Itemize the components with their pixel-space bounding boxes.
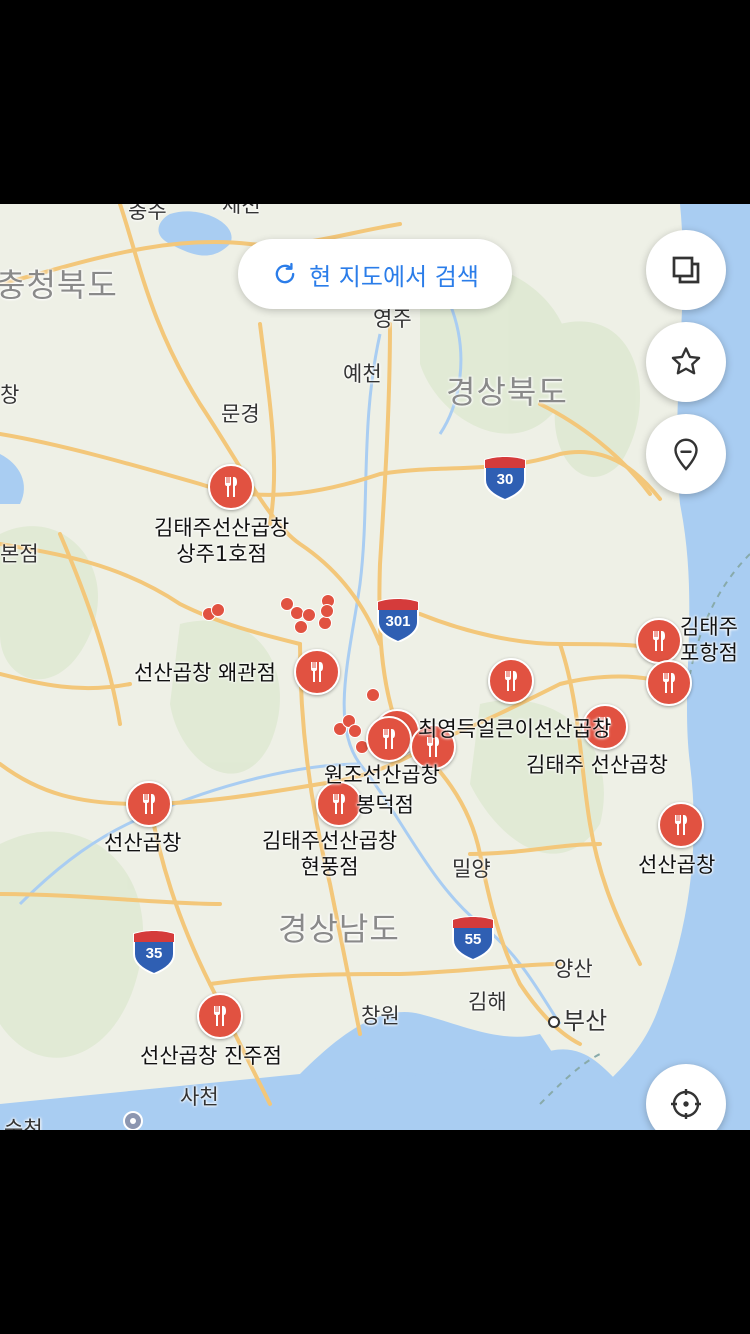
region-label-chungbuk: 충청북도 — [0, 266, 118, 304]
restaurant-label-pohang[interactable]: 김태주 포항점 — [680, 614, 738, 666]
restaurant-name: 김태주선산곱창 — [262, 829, 398, 853]
pin-icon — [674, 438, 698, 471]
highway-shield-55: 55 — [450, 916, 496, 962]
restaurant-dot[interactable] — [320, 604, 334, 618]
layers-button[interactable] — [646, 230, 726, 310]
restaurant-label-waegwan[interactable]: 선산곱창 왜관점 — [134, 660, 276, 686]
highway-number: 35 — [145, 945, 163, 962]
location-pin-button[interactable] — [646, 414, 726, 494]
city-label-chungju: 충주 — [128, 204, 167, 223]
fork-knife-icon — [675, 815, 687, 835]
city-label-miryang: 밀양 — [452, 857, 491, 881]
city-label-edge-left-1: 창 — [0, 383, 20, 407]
restaurant-label-seonsan-west[interactable]: 선산곱창 — [104, 830, 181, 856]
fork-knife-icon — [333, 794, 345, 814]
map-view[interactable]: 충청북도 경상북도 경상남도 충주 제천 영주 예천 문경 밀양 양산 김해 부… — [0, 204, 750, 1130]
fork-knife-icon — [653, 631, 665, 651]
fork-knife-icon — [505, 671, 517, 691]
city-label-sacheon: 사천 — [180, 1085, 219, 1109]
busan-point-icon — [548, 1016, 560, 1028]
fork-knife-icon — [225, 477, 237, 497]
highway-shield-301: 301 — [375, 598, 421, 644]
map-base — [0, 204, 750, 1130]
restaurant-marker[interactable] — [126, 781, 172, 827]
restaurant-label-choiyeongdeuk[interactable]: 최영득얼큰이선산곱창 — [418, 716, 611, 742]
city-label-edge-left-2: 본점 — [0, 542, 39, 566]
restaurant-name: 김태주 — [680, 615, 738, 639]
search-this-area-label: 현 지도에서 검색 — [309, 262, 479, 291]
restaurant-label-sangju[interactable]: 김태주선산곱창 상주1호점 — [154, 515, 289, 567]
city-label-gimhae: 김해 — [468, 990, 507, 1014]
highway-number: 30 — [496, 471, 514, 488]
refresh-icon — [275, 262, 295, 284]
restaurant-label-bongdeok[interactable]: 봉덕점 — [356, 792, 414, 818]
restaurant-marker[interactable] — [208, 464, 254, 510]
highway-number: 301 — [385, 613, 411, 630]
restaurant-branch: 포항점 — [680, 641, 738, 665]
place-pin-icon — [123, 1111, 143, 1130]
restaurant-marker[interactable] — [294, 649, 340, 695]
restaurant-dot[interactable] — [366, 688, 380, 702]
restaurant-marker[interactable] — [488, 658, 534, 704]
city-label-yecheon: 예천 — [343, 362, 382, 386]
restaurant-dot[interactable] — [294, 620, 308, 634]
highway-shield-35: 35 — [131, 930, 177, 976]
star-icon — [671, 347, 701, 375]
restaurant-dot[interactable] — [211, 603, 225, 617]
favorites-button[interactable] — [646, 322, 726, 402]
restaurant-marker[interactable] — [646, 660, 692, 706]
restaurant-name: 김태주선산곱창 — [154, 516, 290, 540]
search-this-area-button[interactable]: 현 지도에서 검색 — [238, 239, 512, 309]
crosshair-icon — [671, 1089, 701, 1119]
restaurant-dot[interactable] — [348, 724, 362, 738]
restaurant-label-seonsan-east[interactable]: 선산곱창 — [638, 852, 715, 878]
restaurant-branch: 현풍점 — [300, 855, 359, 879]
fork-knife-icon — [663, 673, 675, 693]
fork-knife-icon — [214, 1006, 226, 1026]
restaurant-marker[interactable] — [366, 716, 412, 762]
restaurant-label-wonjo[interactable]: 원조선산곱창 — [324, 762, 440, 788]
region-label-gyeongnam: 경상남도 — [278, 910, 400, 948]
fork-knife-icon — [311, 662, 323, 682]
restaurant-label-hyeonpung[interactable]: 김태주선산곱창 현풍점 — [262, 828, 397, 880]
highway-number: 55 — [464, 931, 482, 948]
city-label-jecheon: 제천 — [222, 204, 261, 217]
city-label-mungyeong: 문경 — [221, 402, 260, 426]
city-label-yeongju: 영주 — [373, 307, 412, 331]
city-label-yangsan: 양산 — [554, 957, 593, 981]
fork-knife-icon — [383, 729, 395, 749]
restaurant-label-jinju[interactable]: 선산곱창 진주점 — [140, 1043, 282, 1069]
layers-icon — [672, 256, 700, 284]
restaurant-marker[interactable] — [197, 993, 243, 1039]
fork-knife-icon — [143, 794, 155, 814]
region-label-gyeongbuk: 경상북도 — [446, 373, 568, 411]
city-label-busan: 부산 — [563, 1007, 608, 1035]
restaurant-branch: 상주1호점 — [176, 542, 267, 566]
restaurant-label-gimtaeju-gyeongju[interactable]: 김태주 선산곱창 — [526, 752, 668, 778]
restaurant-marker[interactable] — [658, 802, 704, 848]
restaurant-dot[interactable] — [318, 616, 332, 630]
city-label-edge-bottom: 순천 — [4, 1117, 43, 1130]
restaurant-marker[interactable] — [636, 618, 682, 664]
city-label-changwon: 창원 — [361, 1004, 400, 1028]
highway-shield-30: 30 — [482, 456, 528, 502]
